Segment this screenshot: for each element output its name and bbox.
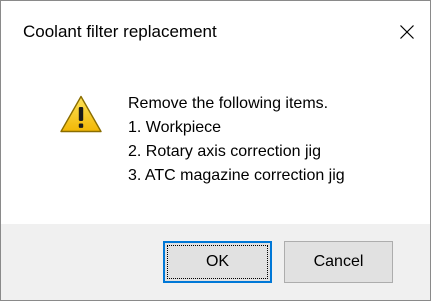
warning-icon (60, 95, 102, 133)
title-bar: Coolant filter replacement (1, 1, 430, 63)
ok-button-label: OK (205, 253, 230, 270)
dialog-content: Remove the following items. 1. Workpiece… (1, 63, 430, 224)
close-icon (400, 25, 414, 39)
message-line-item-3: 3. ATC magazine correction jig (128, 167, 345, 184)
button-bar: OK Cancel (1, 224, 430, 300)
message-text: Remove the following items. 1. Workpiece… (128, 92, 345, 188)
message-line-item-1: 1. Workpiece (128, 119, 222, 136)
dialog-window: Coolant filter replacement Remove the fo… (0, 0, 431, 301)
message-line-intro: Remove the following items. (128, 95, 329, 112)
message-line-item-2: 2. Rotary axis correction jig (128, 143, 321, 160)
ok-button[interactable]: OK (163, 241, 272, 283)
close-button[interactable] (384, 1, 430, 63)
dialog-title: Coolant filter replacement (23, 22, 217, 41)
cancel-button-label: Cancel (313, 253, 364, 270)
cancel-button[interactable]: Cancel (284, 241, 393, 283)
